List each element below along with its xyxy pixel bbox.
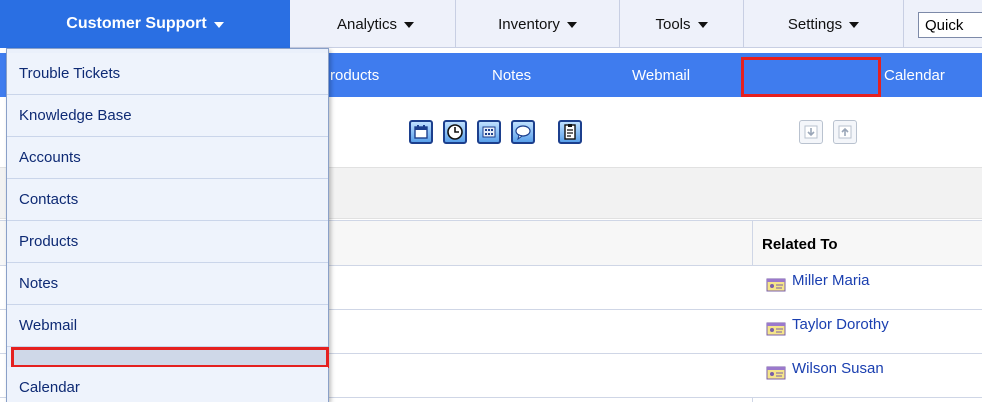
top-menu-bar: Customer Support Analytics Inventory Too… (0, 0, 982, 48)
subnav-item-calendar[interactable]: Calendar (884, 53, 945, 97)
tab-analytics[interactable]: Analytics (296, 0, 456, 48)
clipboard-icon (564, 124, 576, 140)
tab-customer-support-label: Customer Support (66, 15, 207, 32)
related-contact-link[interactable]: Miller Maria (766, 272, 870, 292)
related-contact-link[interactable]: Taylor Dorothy (766, 316, 889, 336)
subnav-empty-highlight (741, 57, 881, 97)
calendar-icon (414, 125, 428, 139)
subnav-item-webmail[interactable]: Webmail (632, 53, 690, 97)
related-contact-name: Miller Maria (792, 271, 870, 289)
quick-search-input[interactable] (918, 12, 982, 38)
menu-item-calendar[interactable]: Calendar (7, 367, 328, 402)
menu-item-webmail[interactable]: Webmail (7, 305, 328, 347)
subnav-item-notes[interactable]: Notes (492, 53, 531, 97)
chevron-down-icon (404, 21, 415, 28)
chat-bubble-icon (515, 125, 531, 140)
tab-settings[interactable]: Settings (744, 0, 904, 48)
contact-card-icon (766, 278, 786, 292)
clock-button[interactable] (443, 120, 467, 144)
contact-card-icon (766, 366, 786, 380)
contact-card-icon (766, 322, 786, 336)
chevron-down-icon (697, 21, 708, 28)
chevron-down-icon (213, 21, 224, 28)
clock-icon (447, 124, 463, 140)
related-contact-link[interactable]: Wilson Susan (766, 360, 884, 380)
menu-item-trouble-tickets[interactable]: Trouble Tickets (7, 53, 328, 95)
calculator-icon (482, 126, 496, 138)
export-icon (838, 125, 852, 139)
related-contact-name: Taylor Dorothy (792, 315, 889, 333)
menu-item-products[interactable]: Products (7, 221, 328, 263)
calendar-button[interactable] (409, 120, 433, 144)
chevron-down-icon (849, 21, 860, 28)
tab-tools-label: Tools (655, 15, 691, 33)
subnav-item-products[interactable]: roducts (330, 53, 379, 97)
column-header-related-to[interactable]: Related To (762, 236, 838, 253)
menu-item-contacts[interactable]: Contacts (7, 179, 328, 221)
tab-settings-label: Settings (787, 15, 843, 33)
menu-item-notes[interactable]: Notes (7, 263, 328, 305)
customer-support-dropdown: Trouble Tickets Knowledge Base Accounts … (6, 48, 329, 402)
import-icon (804, 125, 818, 139)
related-contact-name: Wilson Susan (792, 359, 884, 377)
chat-button[interactable] (511, 120, 535, 144)
calculator-button[interactable] (477, 120, 501, 144)
menu-item-accounts[interactable]: Accounts (7, 137, 328, 179)
chevron-down-icon (566, 21, 577, 28)
export-button[interactable] (833, 120, 857, 144)
clipboard-button[interactable] (558, 120, 582, 144)
menu-item-empty-highlighted[interactable] (11, 347, 329, 368)
menu-item-knowledge-base[interactable]: Knowledge Base (7, 95, 328, 137)
import-button[interactable] (799, 120, 823, 144)
tab-inventory[interactable]: Inventory (456, 0, 620, 48)
tab-analytics-label: Analytics (336, 15, 398, 33)
tab-tools[interactable]: Tools (620, 0, 744, 48)
tab-customer-support[interactable]: Customer Support (0, 0, 290, 48)
tab-inventory-label: Inventory (498, 15, 560, 33)
